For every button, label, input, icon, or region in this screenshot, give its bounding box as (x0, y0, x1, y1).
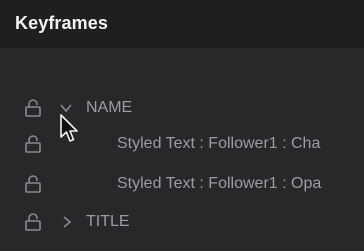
panel-header: Keyframes (0, 0, 364, 48)
tree-row-follower-opacity[interactable]: Styled Text : Follower1 : Opa (0, 167, 364, 203)
tree-row-name[interactable]: NAME (0, 91, 364, 127)
lock-icon[interactable] (25, 213, 41, 231)
lock-icon[interactable] (25, 135, 41, 153)
tree-row-title[interactable]: TITLE (0, 205, 364, 241)
panel-title: Keyframes (15, 13, 108, 33)
tree-row-label: Styled Text : Follower1 : Opa (117, 175, 322, 192)
keyframes-toolbar-area (0, 48, 364, 86)
tree-row-label: NAME (86, 99, 133, 116)
mouse-cursor-icon (59, 113, 81, 145)
lock-icon[interactable] (25, 175, 41, 193)
keyframes-panel: Keyframes NAME Styled Text : Follower1 :… (0, 0, 364, 251)
tree-row-follower-character[interactable]: Styled Text : Follower1 : Cha (0, 127, 364, 163)
lock-icon[interactable] (25, 99, 41, 117)
tree-row-label: TITLE (86, 213, 130, 230)
chevron-right-icon[interactable] (60, 215, 74, 229)
tree-row-label: Styled Text : Follower1 : Cha (117, 135, 321, 152)
